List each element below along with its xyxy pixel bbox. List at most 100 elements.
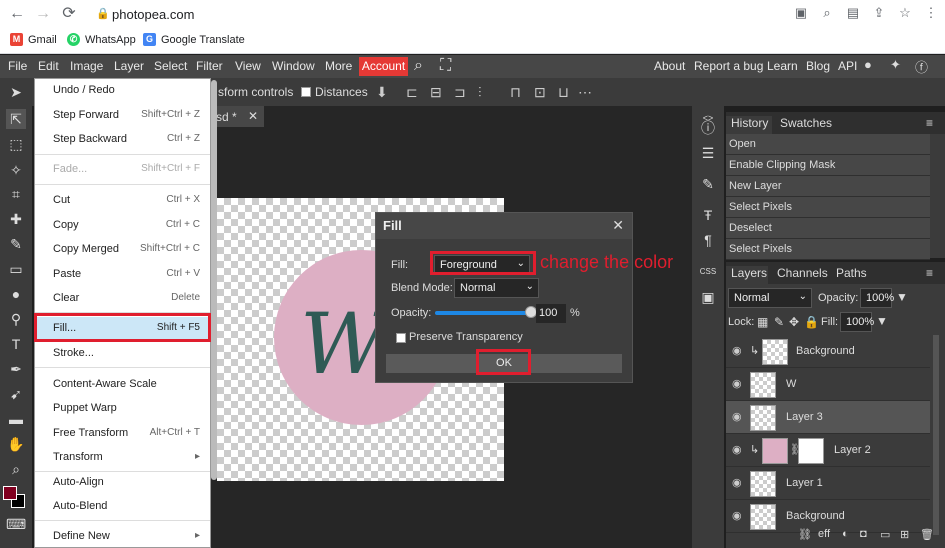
menu-window[interactable]: Window [272,59,315,73]
lock-position-icon[interactable]: ✥ [789,315,799,329]
menu-transform[interactable]: Transform ▸ [35,446,210,470]
lock-all-icon[interactable]: 🔒 [804,315,819,329]
menu-dots-icon[interactable]: ⋮ [923,5,939,21]
adjustments-icon[interactable]: ☰ [698,143,718,163]
menu-step-backward[interactable]: Step Backward Ctrl + Z [35,128,210,152]
link-learn[interactable]: Learn [767,59,798,73]
align-center-icon[interactable]: ⊟ [430,84,442,101]
star-icon[interactable]: ☆ [897,5,913,21]
info-icon[interactable]: ⓘ [698,118,718,138]
image-icon[interactable]: ▣ [698,287,718,307]
new-layer-icon[interactable]: ⊞ [900,528,909,541]
crop-tool-icon[interactable]: ⌗ [6,184,26,204]
history-item[interactable]: Select Pixels [726,197,930,218]
adjustment-icon[interactable]: ◐ [842,528,849,540]
tab-channels[interactable]: Channels [777,266,828,280]
download-icon[interactable]: ⬇ [376,84,388,101]
history-item[interactable]: Open [726,134,930,155]
layer-opacity-input[interactable]: 100% [860,288,894,308]
mask-icon[interactable]: ◘ [860,528,867,540]
layer-row[interactable]: ◉ ↳ Background [726,335,930,368]
move-tool-icon[interactable]: ➤ [6,82,26,102]
dodge-tool-icon[interactable]: ⚲ [6,309,26,329]
reload-icon[interactable]: ⟳ [60,5,78,23]
opacity-input[interactable]: 100 [536,304,566,323]
close-tab-icon[interactable]: ✕ [248,109,258,123]
eraser-tool-icon[interactable]: ▭ [6,259,26,279]
eye-icon[interactable]: ◉ [732,377,742,390]
tab-paths[interactable]: Paths [836,266,867,280]
marquee-tool-icon[interactable]: ⬚ [6,134,26,154]
menu-puppet-warp[interactable]: Puppet Warp [35,397,210,421]
tab-swatches[interactable]: Swatches [780,116,832,130]
menu-clear[interactable]: Clear Delete [35,287,210,311]
document-tab[interactable]: sd * ✕ [210,106,264,127]
eye-icon[interactable]: ◉ [732,410,742,423]
caret-down-icon[interactable]: ▼ [896,290,908,304]
menu-more[interactable]: More [325,59,352,73]
menu-paste[interactable]: Paste Ctrl + V [35,263,210,287]
align-middle-icon[interactable]: ⊡ [534,84,546,101]
facebook-icon[interactable]: ⓕ [915,57,928,76]
reddit-icon[interactable]: ● [864,57,872,72]
menu-free-transform[interactable]: Free Transform Alt+Ctrl + T [35,422,210,446]
eye-icon[interactable]: ◉ [732,443,742,456]
menu-file[interactable]: File [8,59,27,73]
brush-preset-icon[interactable]: ✎ [698,174,718,194]
lock-transparent-icon[interactable]: ▦ [757,315,768,329]
brush-tool-icon[interactable]: ✎ [6,234,26,254]
tab-layers[interactable]: Layers [726,266,768,284]
menu-cut[interactable]: Cut Ctrl + X [35,189,210,213]
menu-view[interactable]: View [235,59,261,73]
history-item[interactable]: New Layer [726,176,930,197]
distribute-v-icon[interactable]: ⋯ [578,84,592,101]
pen-tool-icon[interactable]: ✒ [6,359,26,379]
bookmark-translate[interactable]: G Google Translate [143,33,245,46]
share-icon[interactable]: ⇪ [871,5,887,21]
link-report-bug[interactable]: Report a bug [694,59,763,73]
menu-content-aware-scale[interactable]: Content-Aware Scale [35,373,210,397]
link-api[interactable]: API [838,59,857,73]
menu-undo-redo[interactable]: Undo / Redo [35,79,210,103]
bucket-tool-icon[interactable]: ● [6,284,26,304]
distances-checkbox[interactable] [301,87,311,97]
layer-row[interactable]: ◉ Layer 1 [726,467,930,500]
opacity-slider[interactable] [435,311,533,315]
eye-icon[interactable]: ◉ [732,344,742,357]
panel-menu-icon[interactable]: ≡ [926,116,933,130]
address-bar[interactable]: 🔒 photopea.com [90,4,650,25]
forward-icon[interactable]: → [34,5,52,23]
paragraph-icon[interactable]: ¶ [698,230,718,250]
layers-scrollbar[interactable] [933,335,939,535]
menu-copy-merged[interactable]: Copy Merged Shift+Ctrl + C [35,238,210,262]
layer-fill-input[interactable]: 100% [840,312,874,332]
panel-menu-icon[interactable]: ≡ [926,266,933,280]
menu-filter[interactable]: Filter [196,59,223,73]
lock-pixels-icon[interactable]: ✎ [774,315,784,329]
close-icon[interactable]: ✕ [612,217,624,234]
menu-copy[interactable]: Copy Ctrl + C [35,214,210,238]
menu-image[interactable]: Image [70,59,103,73]
menu-auto-align[interactable]: Auto-Align [35,471,210,495]
type-tool-icon[interactable]: T [6,334,26,354]
pdf-icon[interactable]: ▤ [845,5,861,21]
search-icon[interactable]: ⌕ [414,57,423,75]
effects-label[interactable]: eff [818,528,830,540]
bookmark-gmail[interactable]: M Gmail [10,33,57,46]
align-bottom-icon[interactable]: ⊔ [558,84,569,101]
zoom-tool-icon[interactable]: ⌕ [6,459,26,479]
link-layers-icon[interactable]: ⛓ [798,528,812,541]
heal-tool-icon[interactable]: ✚ [6,209,26,229]
menu-step-forward[interactable]: Step Forward Shift+Ctrl + Z [35,104,210,128]
character-icon[interactable]: Ŧ [698,205,718,225]
twitter-icon[interactable]: ✦ [890,57,901,73]
menu-scrollbar[interactable] [211,80,217,480]
keyboard-icon[interactable]: ⌨ [6,514,26,534]
account-button[interactable]: Account [359,57,408,76]
eye-icon[interactable]: ◉ [732,476,742,489]
link-about[interactable]: About [654,59,685,73]
history-item[interactable]: Enable Clipping Mask [726,155,930,176]
menu-auto-blend[interactable]: Auto-Blend [35,495,210,519]
screenshot-icon[interactable]: ▣ [793,5,809,21]
menu-define-new[interactable]: Define New ▸ [35,525,210,548]
